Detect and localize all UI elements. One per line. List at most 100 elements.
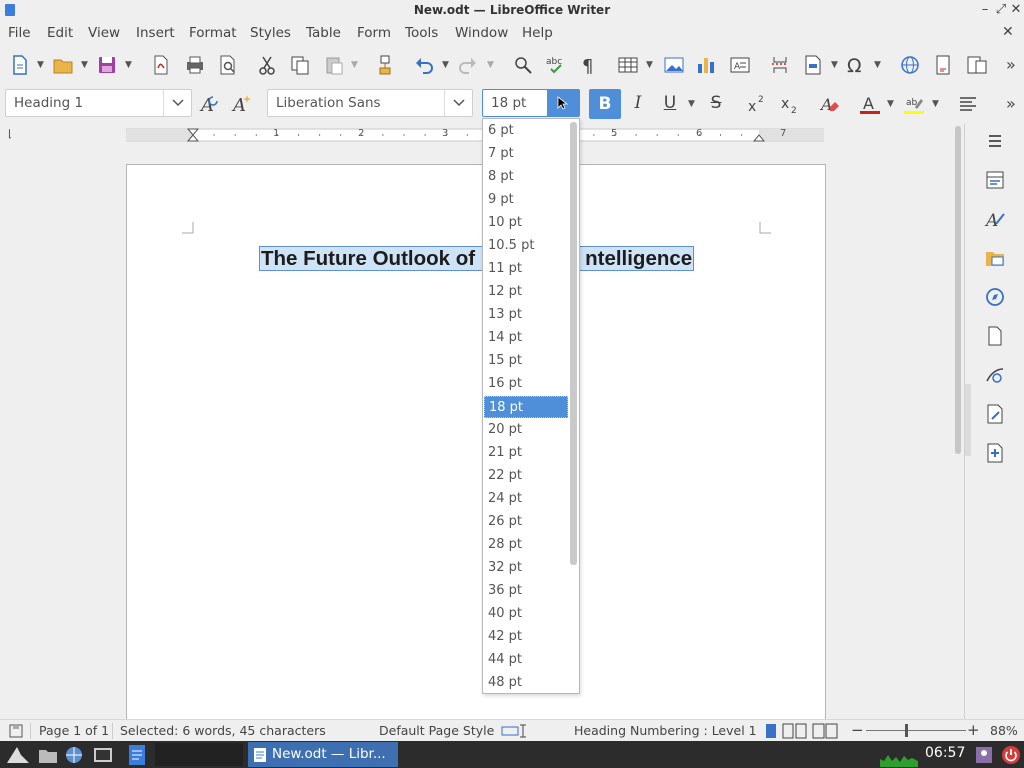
- undo-dropdown-icon[interactable]: ▼: [442, 52, 450, 78]
- insert-textbox-icon[interactable]: A: [727, 52, 753, 78]
- menu-tools[interactable]: Tools: [405, 25, 438, 41]
- bold-button[interactable]: B: [589, 89, 621, 119]
- taskbar-writer-window[interactable]: New.odt — Libr...: [248, 742, 398, 767]
- zoom-out-button[interactable]: −: [851, 721, 864, 739]
- font-size-option[interactable]: 24 pt: [484, 488, 568, 510]
- font-size-option[interactable]: 12 pt: [484, 281, 568, 303]
- menu-window[interactable]: Window: [455, 25, 508, 41]
- redo-dropdown-icon[interactable]: ▼: [487, 52, 495, 78]
- font-name-box[interactable]: Liberation Sans: [267, 89, 473, 117]
- page-icon[interactable]: [983, 324, 1007, 348]
- more-format-icon[interactable]: »: [1006, 94, 1016, 113]
- tab-stop-type-icon[interactable]: ⌊: [8, 129, 12, 140]
- paragraph-style-box[interactable]: Heading 1: [5, 89, 192, 117]
- new-document-icon[interactable]: [7, 52, 33, 78]
- zoom-in-button[interactable]: +: [967, 721, 980, 739]
- zoom-slider-track[interactable]: [866, 730, 966, 731]
- print-preview-icon[interactable]: [215, 52, 241, 78]
- highlight-dropdown-icon[interactable]: ▼: [932, 91, 940, 117]
- hyperlink-icon[interactable]: [897, 52, 923, 78]
- paste-dropdown-icon[interactable]: ▼: [351, 52, 359, 78]
- zoom-level[interactable]: 88%: [990, 723, 1018, 738]
- font-size-option[interactable]: 10.5 pt: [484, 235, 568, 257]
- font-size-option[interactable]: 16 pt: [484, 373, 568, 395]
- insert-table-icon[interactable]: [615, 52, 641, 78]
- font-size-option[interactable]: 8 pt: [484, 166, 568, 188]
- menu-file[interactable]: File: [8, 25, 31, 41]
- file-manager-icon[interactable]: [38, 746, 58, 768]
- manage-changes-icon[interactable]: [983, 402, 1007, 426]
- language-layout-icon[interactable]: [501, 724, 531, 741]
- page-break-icon[interactable]: [767, 52, 793, 78]
- menu-help[interactable]: Help: [522, 25, 553, 41]
- close-document-icon[interactable]: ✕: [1002, 24, 1014, 40]
- font-size-option[interactable]: 32 pt: [484, 557, 568, 579]
- print-icon[interactable]: [182, 52, 208, 78]
- more-toolbar-icon[interactable]: »: [1006, 55, 1016, 74]
- font-size-option[interactable]: 10 pt: [484, 212, 568, 234]
- italic-button[interactable]: I: [628, 93, 648, 113]
- scrollbar-thumb[interactable]: [955, 126, 961, 454]
- zoom-slider-handle[interactable]: [905, 724, 908, 737]
- font-color-icon[interactable]: A: [857, 91, 883, 117]
- cut-icon[interactable]: [254, 52, 280, 78]
- special-char-dropdown-icon[interactable]: ▼: [874, 52, 882, 78]
- special-character-icon[interactable]: Ω: [843, 52, 869, 78]
- open-dropdown-icon[interactable]: ▼: [81, 52, 89, 78]
- font-size-option[interactable]: 36 pt: [484, 580, 568, 602]
- menu-table[interactable]: Table: [306, 25, 341, 41]
- insert-field-icon[interactable]: [800, 52, 826, 78]
- restore-icon[interactable]: ⤢: [993, 2, 1009, 18]
- font-size-option[interactable]: 15 pt: [484, 350, 568, 372]
- font-size-option[interactable]: 44 pt: [484, 649, 568, 671]
- workspace-switcher[interactable]: [155, 743, 243, 766]
- font-size-option[interactable]: 9 pt: [484, 189, 568, 211]
- power-icon[interactable]: [1001, 745, 1021, 768]
- properties-icon[interactable]: [983, 168, 1007, 192]
- menu-view[interactable]: View: [88, 25, 120, 41]
- clear-formatting-icon[interactable]: A: [817, 91, 843, 117]
- superscript-icon[interactable]: x2: [744, 91, 770, 117]
- font-size-option[interactable]: 26 pt: [484, 511, 568, 533]
- font-size-option[interactable]: 48 pt: [484, 672, 568, 693]
- clock[interactable]: 06:57: [925, 745, 965, 761]
- horizontal-ruler[interactable]: 1 2 3 4 5 6 7: [125, 127, 825, 143]
- copy-icon[interactable]: [287, 52, 313, 78]
- menu-form[interactable]: Form: [357, 25, 391, 41]
- font-color-dropdown-icon[interactable]: ▼: [887, 91, 895, 117]
- gallery-icon[interactable]: [983, 246, 1007, 270]
- chevron-down-icon[interactable]: [163, 90, 191, 116]
- page-style-label[interactable]: Default Page Style: [379, 723, 494, 738]
- underline-button[interactable]: U: [660, 93, 680, 113]
- subscript-icon[interactable]: x2: [777, 91, 803, 117]
- font-size-option[interactable]: 6 pt: [484, 120, 568, 142]
- spelling-icon[interactable]: abc: [543, 52, 569, 78]
- export-pdf-icon[interactable]: [148, 52, 174, 78]
- design-icon[interactable]: [983, 441, 1007, 465]
- clone-formatting-icon[interactable]: [372, 52, 398, 78]
- sidebar-collapse-handle[interactable]: [965, 384, 971, 456]
- browser-icon[interactable]: [64, 745, 84, 768]
- redo-icon[interactable]: [455, 52, 481, 78]
- menu-edit[interactable]: Edit: [47, 25, 73, 41]
- font-size-option[interactable]: 42 pt: [484, 626, 568, 648]
- font-size-option[interactable]: 28 pt: [484, 534, 568, 556]
- font-size-option[interactable]: 13 pt: [484, 304, 568, 326]
- chevron-down-icon[interactable]: [444, 90, 472, 116]
- find-replace-icon[interactable]: [510, 52, 536, 78]
- book-view-icon[interactable]: [812, 723, 838, 742]
- heading-numbering-label[interactable]: Heading Numbering : Level 1: [574, 723, 757, 738]
- start-menu-icon[interactable]: [5, 745, 31, 768]
- update-style-icon[interactable]: A: [197, 91, 223, 117]
- font-size-box[interactable]: 18 pt: [482, 89, 580, 117]
- table-dropdown-icon[interactable]: ▼: [646, 52, 654, 78]
- field-dropdown-icon[interactable]: ▼: [831, 52, 839, 78]
- style-inspector-icon[interactable]: [983, 363, 1007, 387]
- selected-heading[interactable]: The Future Outlook of ntelligence: [259, 246, 695, 271]
- font-size-option[interactable]: 7 pt: [484, 143, 568, 165]
- single-page-view-icon[interactable]: [764, 723, 778, 742]
- font-size-option[interactable]: 40 pt: [484, 603, 568, 625]
- font-size-option[interactable]: 18 pt: [484, 396, 568, 418]
- save-dropdown-icon[interactable]: ▼: [125, 52, 133, 78]
- insert-image-icon[interactable]: [661, 52, 687, 78]
